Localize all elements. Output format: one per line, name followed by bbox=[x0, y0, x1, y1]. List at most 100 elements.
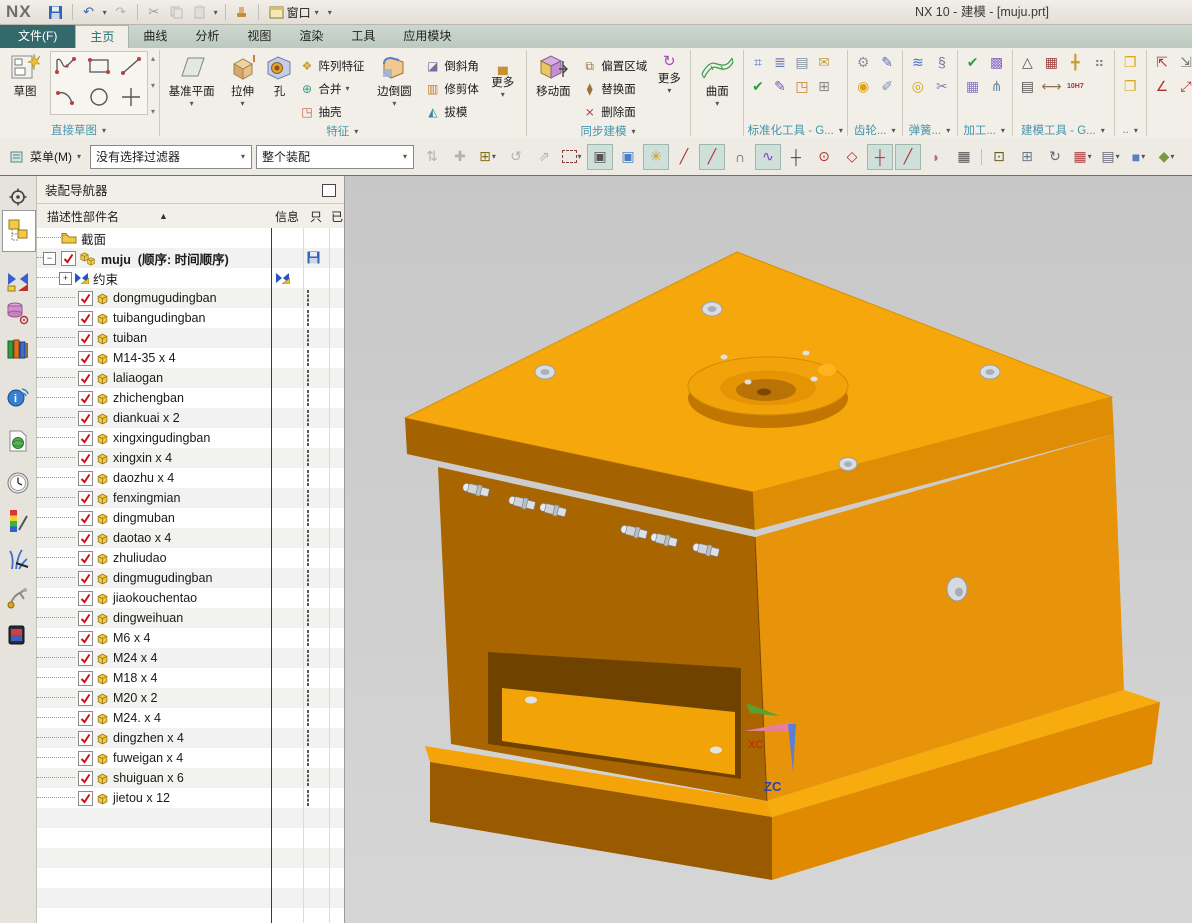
delete-face-button[interactable]: ⨯ 删除面 bbox=[579, 100, 649, 123]
snap-point-icon[interactable]: ┼ bbox=[867, 143, 894, 170]
tree-row-constraints[interactable]: + 约束 bbox=[37, 268, 344, 288]
column-divider[interactable] bbox=[271, 228, 272, 923]
offset-region-button[interactable]: ⧉ 偏置区域 bbox=[579, 54, 649, 77]
edit-tool-icon[interactable]: ✎ bbox=[771, 79, 788, 94]
readonly-checkbox[interactable] bbox=[307, 370, 309, 386]
snap-endpoint-icon[interactable]: ╱ bbox=[895, 143, 922, 170]
collapse-icon[interactable]: − bbox=[43, 251, 56, 265]
cabinet-tool-icon[interactable]: ▤ bbox=[793, 55, 810, 70]
mold-model-canvas[interactable]: XC ZC bbox=[345, 176, 1192, 923]
readonly-checkbox[interactable] bbox=[307, 310, 309, 326]
readonly-checkbox[interactable] bbox=[307, 410, 309, 426]
profile-icon[interactable] bbox=[54, 54, 80, 81]
selection-scope-dropdown[interactable]: 整个装配 ▾ bbox=[256, 144, 415, 169]
replace-face-button[interactable]: ⧫ 替换面 bbox=[579, 77, 649, 100]
ribbon-tab[interactable]: 分析 bbox=[181, 25, 233, 48]
angle2-dimension-icon[interactable]: ⤢ bbox=[1177, 79, 1192, 94]
part-navigator-icon[interactable] bbox=[3, 298, 33, 328]
spring-coil-icon[interactable]: ≋ bbox=[909, 55, 926, 70]
mill-fan-icon[interactable]: ⋔ bbox=[988, 79, 1005, 94]
snap-segment-icon[interactable]: ╱ bbox=[699, 143, 726, 170]
selection-rectangle-icon[interactable]: ▾ bbox=[559, 144, 585, 170]
rotate-component-icon[interactable]: ↺ bbox=[503, 144, 529, 170]
circle-icon[interactable] bbox=[86, 85, 112, 112]
visibility-checkbox[interactable] bbox=[78, 730, 93, 746]
save-icon[interactable] bbox=[46, 3, 66, 22]
highlight-solid-icon[interactable]: ▣ bbox=[587, 143, 614, 170]
shell-button[interactable]: ◳ 抽壳 bbox=[296, 100, 366, 123]
column-info[interactable]: 信息 bbox=[271, 208, 303, 225]
visibility-checkbox[interactable] bbox=[78, 310, 93, 326]
spring-ring-icon[interactable]: ◎ bbox=[909, 79, 926, 94]
tree-row-part[interactable]: daozhu x 4 bbox=[37, 468, 344, 488]
arc-center-icon[interactable]: ⊙ bbox=[811, 144, 837, 170]
paste-icon[interactable] bbox=[190, 3, 210, 22]
tree-row-part[interactable]: M24. x 4 bbox=[37, 708, 344, 728]
column-part-name[interactable]: 描述性部件名 ▲ bbox=[37, 208, 271, 225]
edge-blend-caret-icon[interactable]: ▾ bbox=[392, 99, 396, 108]
expand-icon[interactable]: + bbox=[59, 271, 72, 285]
readonly-checkbox[interactable] bbox=[307, 690, 309, 706]
tree-row-part[interactable]: M14-35 x 4 bbox=[37, 348, 344, 368]
visibility-checkbox[interactable] bbox=[78, 450, 93, 466]
group-dialog-caret-icon[interactable]: ▾ bbox=[102, 126, 106, 135]
spring-tool-icon[interactable]: ✂ bbox=[933, 79, 950, 94]
readonly-checkbox[interactable] bbox=[307, 330, 309, 346]
readonly-checkbox[interactable] bbox=[307, 670, 309, 686]
group-dialog-caret-icon[interactable]: ▾ bbox=[839, 126, 843, 135]
snap-spline-icon[interactable]: ∿ bbox=[755, 143, 782, 170]
rotate-view-icon[interactable]: ↻ bbox=[1042, 144, 1068, 170]
column-modified[interactable]: 已 bbox=[329, 208, 344, 225]
gear-mesh-icon[interactable]: ✎ bbox=[879, 55, 896, 70]
tree-row-sections[interactable]: 截面 bbox=[37, 228, 344, 248]
group-dialog-caret-icon[interactable]: ▾ bbox=[946, 126, 950, 135]
undo-dropdown-caret-icon[interactable]: ▾ bbox=[103, 8, 107, 17]
system-materials-icon[interactable] bbox=[3, 506, 33, 536]
ribbon-tab[interactable]: 主页 bbox=[75, 25, 130, 48]
gear-modeling-icon[interactable]: ⚙ bbox=[855, 55, 872, 70]
triangle-tool-icon[interactable]: △ bbox=[1019, 55, 1036, 70]
tree-row-part[interactable]: jiaokouchentao bbox=[37, 588, 344, 608]
tree-row-part[interactable]: shuiguan x 6 bbox=[37, 768, 344, 788]
note-list-icon[interactable]: ▤ bbox=[1019, 79, 1036, 94]
selection-filter-dropdown[interactable]: 没有选择过滤器 ▾ bbox=[90, 144, 253, 169]
visibility-checkbox[interactable] bbox=[78, 630, 93, 646]
readonly-checkbox[interactable] bbox=[307, 450, 309, 466]
web-browser-icon[interactable]: i bbox=[3, 382, 33, 412]
cut-icon[interactable]: ✂ bbox=[144, 3, 164, 22]
point-grid-icon[interactable]: ╋ bbox=[1067, 55, 1084, 70]
paste-dropdown-caret-icon[interactable]: ▾ bbox=[214, 8, 218, 17]
machinery-library-icon[interactable] bbox=[3, 582, 33, 612]
edge-blend-button[interactable]: 边倒圆 ▾ bbox=[368, 50, 420, 108]
visibility-checkbox[interactable] bbox=[78, 690, 93, 706]
blocks-icon[interactable]: ⠶ bbox=[1091, 55, 1108, 70]
visibility-checkbox[interactable] bbox=[78, 350, 93, 366]
visibility-checkbox[interactable] bbox=[78, 530, 93, 546]
sketch-button[interactable]: 草图 bbox=[2, 50, 48, 99]
gear-brush-icon[interactable]: ✐ bbox=[879, 79, 896, 94]
panel-pin-button[interactable] bbox=[322, 184, 336, 197]
visibility-checkbox[interactable] bbox=[78, 790, 93, 806]
datum-plane-caret-icon[interactable]: ▾ bbox=[190, 99, 194, 108]
visibility-checkbox[interactable] bbox=[78, 750, 93, 766]
visibility-checkbox[interactable] bbox=[78, 710, 93, 726]
tree-row-part[interactable]: zhuliudao bbox=[37, 548, 344, 568]
column-readonly[interactable]: 只 bbox=[303, 208, 329, 225]
group-dialog-caret-icon[interactable]: ▾ bbox=[891, 126, 895, 135]
zoom-window-icon[interactable]: ⊞ bbox=[1014, 144, 1040, 170]
group-dialog-caret-icon[interactable]: ▾ bbox=[1134, 126, 1138, 135]
window-layout-icon[interactable]: ▦ ▾ bbox=[1070, 144, 1096, 170]
readonly-checkbox[interactable] bbox=[307, 510, 309, 526]
snap-intersection-icon[interactable]: ┼ bbox=[783, 144, 809, 170]
standard-parts-icon[interactable]: ❒ bbox=[1122, 55, 1139, 70]
snap-face-icon[interactable]: ◗ bbox=[923, 144, 949, 170]
tree-row-part[interactable]: M18 x 4 bbox=[37, 668, 344, 688]
history-icon[interactable] bbox=[3, 468, 33, 498]
snap-line-icon[interactable]: ╱ bbox=[671, 144, 697, 170]
move-face-button[interactable]: 移动面 bbox=[529, 50, 577, 99]
tree-row-part[interactable]: laliaogan bbox=[37, 368, 344, 388]
readonly-checkbox[interactable] bbox=[307, 750, 309, 766]
stamp-tool-icon[interactable]: ✉ bbox=[815, 55, 832, 70]
render-style-icon[interactable]: ▤ ▾ bbox=[1098, 144, 1124, 170]
readonly-checkbox[interactable] bbox=[307, 650, 309, 666]
